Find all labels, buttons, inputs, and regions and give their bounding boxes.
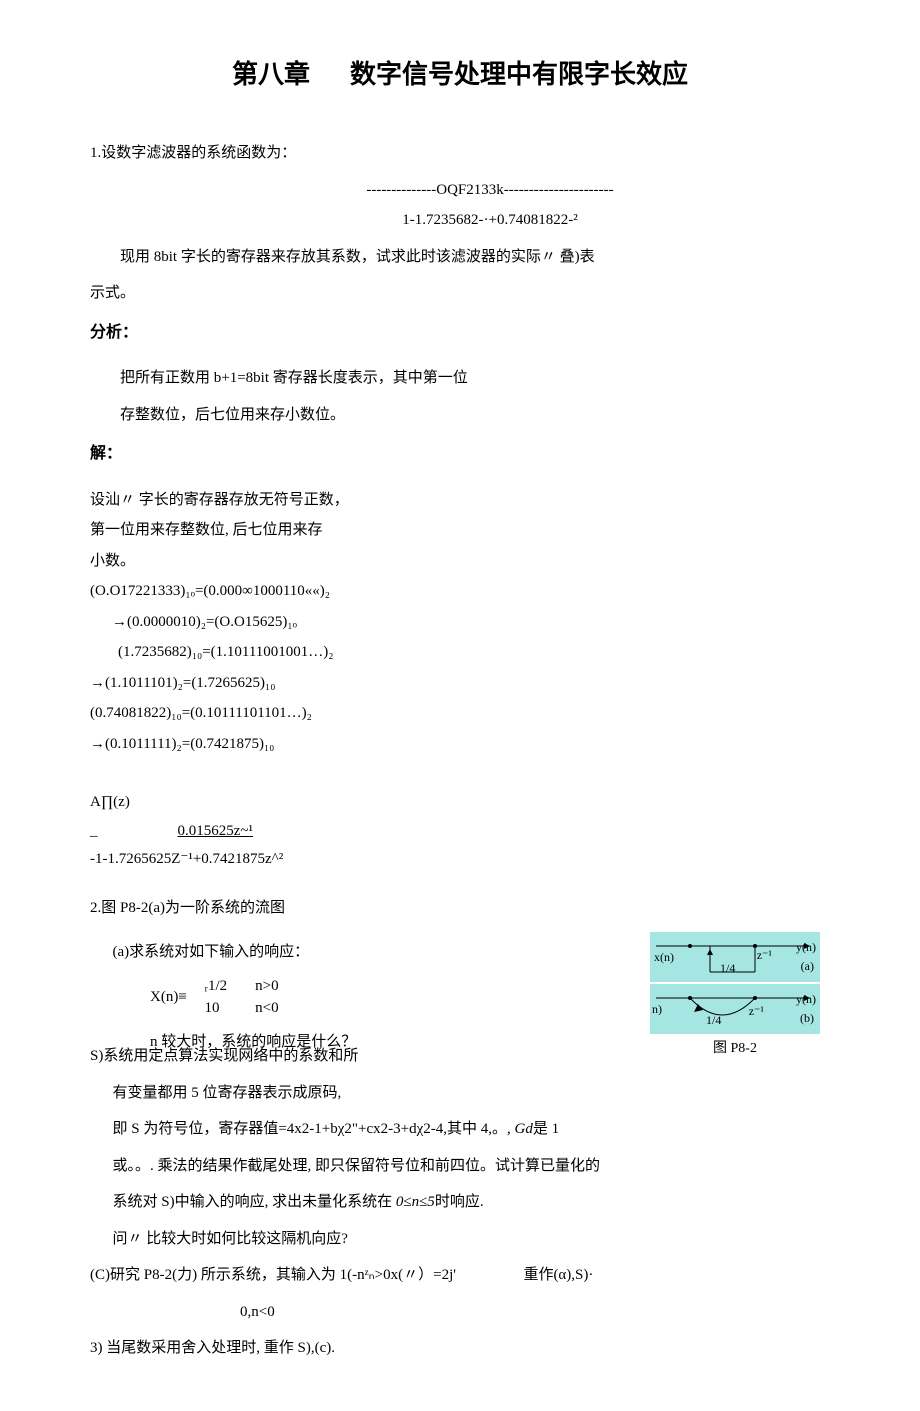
q2-b-l3a: 即 S 为符号位，寄存器值=4x2-1+bχ2"+cx2-3+dχ2-4,其中 … — [113, 1121, 515, 1137]
chapter-title: 第八章 数字信号处理中有限字长效应 — [90, 50, 830, 99]
xn-r2c2: n<0 — [255, 997, 278, 1020]
diagram-a: x(n) y(n) 1/4 z⁻¹ (a) — [650, 932, 820, 982]
diag-a-lab: (a) — [801, 955, 814, 978]
xn-definition: X(n)≡ ᵣ1/2 10 n>0 n<0 — [90, 975, 620, 1020]
calc-l4: →(1.1011101)₂=(1.7265625)₁₀ — [90, 669, 830, 698]
q2-b-l2: 有变量都用 5 位寄存器表示成原码, — [90, 1079, 830, 1108]
q2-intro: 2.图 P8-2(a)为一阶系统的流图 — [90, 894, 830, 923]
q2-c-l1a: (C)研究 P8-2(力) 所示系统，其输入为 1(-nᶻₙ>0x(〃）=2j' — [90, 1267, 456, 1283]
calc-l2: →(0.0000010)₂=(O.O15625)₁ₒ — [90, 608, 830, 637]
q1-eq-numerator: --------------OQF2133k------------------… — [150, 176, 830, 205]
diag-a-z: z⁻¹ — [757, 944, 772, 967]
q2-b-l5b: 0≤n≤5 — [396, 1194, 435, 1210]
q2-b-l4: 或。。. 乘法的结果作截尾处理, 即只保留符号位和前四位。试计算已量化的 — [90, 1152, 830, 1181]
solve-l3: 小数。 — [90, 547, 830, 576]
q2-b-l3c: 是 1 — [533, 1121, 559, 1137]
solve-block: 设汕〃 字长的寄存器存放无符号正数， 第一位用来存整数位, 后七位用来存 小数。… — [90, 486, 830, 759]
diag-b-z: z⁻¹ — [749, 1000, 764, 1023]
q2-b-l3: 即 S 为符号位，寄存器值=4x2-1+bχ2"+cx2-3+dχ2-4,其中 … — [90, 1115, 830, 1144]
xn-label: X(n)≡ — [150, 989, 187, 1005]
diag-a-frac: 1/4 — [720, 957, 735, 980]
q1-desc2: 示式。 — [90, 279, 830, 308]
xn-r1c1: ᵣ1/2 — [205, 975, 228, 998]
hz-block: A∏(z) _0.015625z~¹ -1-1.7265625Z⁻¹+0.742… — [90, 788, 830, 874]
xn-r1c2: n>0 — [255, 975, 278, 998]
calc-l5: (0.74081822)₁₀=(0.10111101101…)₂ — [90, 699, 830, 728]
q2-b-l3b: Gd — [515, 1121, 533, 1137]
q2-c-l1: (C)研究 P8-2(力) 所示系统，其输入为 1(-nᶻₙ>0x(〃）=2j'… — [90, 1261, 830, 1290]
q2-a-head: (a)求系统对如下输入的响应： — [90, 938, 620, 967]
q1-intro: 1.设数字滤波器的系统函数为： — [90, 139, 830, 168]
diag-b-frac: 1/4 — [706, 1009, 721, 1032]
hz-den: -1-1.7265625Z⁻¹+0.7421875z^² — [90, 845, 830, 874]
hz-num: 0.015625z~¹ — [98, 823, 254, 839]
analysis-line2: 存整数位，后七位用来存小数位。 — [90, 401, 830, 430]
solve-l2: 第一位用来存整数位, 后七位用来存 — [90, 516, 830, 545]
xn-r2c1: 10 — [205, 997, 228, 1020]
calc-l1: (O.O17221333)₁ₒ=(0.000∞1000110««)₂ — [90, 577, 830, 606]
solve-heading: 解： — [90, 439, 830, 469]
diag-a-xn: x(n) — [654, 946, 674, 969]
diag-b-lab: (b) — [800, 1007, 814, 1030]
diag-b-left: n) — [652, 998, 662, 1021]
diagram-b: n) y(n) 1/4 z⁻¹ (b) — [650, 984, 820, 1034]
title-left: 第八章 — [232, 59, 310, 89]
q1-desc: 现用 8bit 字长的寄存器来存放其系数，试求此时该滤波器的实际〃 叠)表 — [90, 243, 830, 272]
q2-c-l2: 0,n<0 — [90, 1298, 830, 1327]
analysis-heading: 分析： — [90, 318, 830, 348]
calc-l6: →(0.1011111)₂=(0.7421875)₁₀ — [90, 730, 830, 759]
q2-b-l5: 系统对 S)中输入的响应, 求出未量化系统在 0≤n≤5时响应. — [90, 1188, 830, 1217]
q2-c-l1b: 重作(α),S)· — [523, 1267, 593, 1283]
analysis-line1: 把所有正数用 b+1=8bit 寄存器长度表示，其中第一位 — [90, 364, 830, 393]
q2-b-l6: 问〃 比较大时如何比较这隔机向应? — [90, 1225, 830, 1254]
q1-eq-denominator: 1-1.7235682-·+0.74081822-² — [150, 206, 830, 235]
solve-l1: 设汕〃 字长的寄存器存放无符号正数， — [90, 486, 830, 515]
q2-b-l5c: 时响应. — [435, 1194, 484, 1210]
hz-head: A∏(z) — [90, 788, 830, 817]
title-right: 数字信号处理中有限字长效应 — [350, 59, 688, 89]
q2-b-l5a: 系统对 S)中输入的响应, 求出未量化系统在 — [113, 1194, 396, 1210]
calc-l3: (1.7235682)₁₀=(1.10111001001…)₂ — [90, 638, 830, 667]
figure-caption: 图 P8-2 — [640, 1036, 830, 1063]
q2-d-l1: 3) 当尾数采用舍入处理时, 重作 S),(c). — [90, 1334, 830, 1363]
hz-dash: _ — [90, 823, 98, 839]
